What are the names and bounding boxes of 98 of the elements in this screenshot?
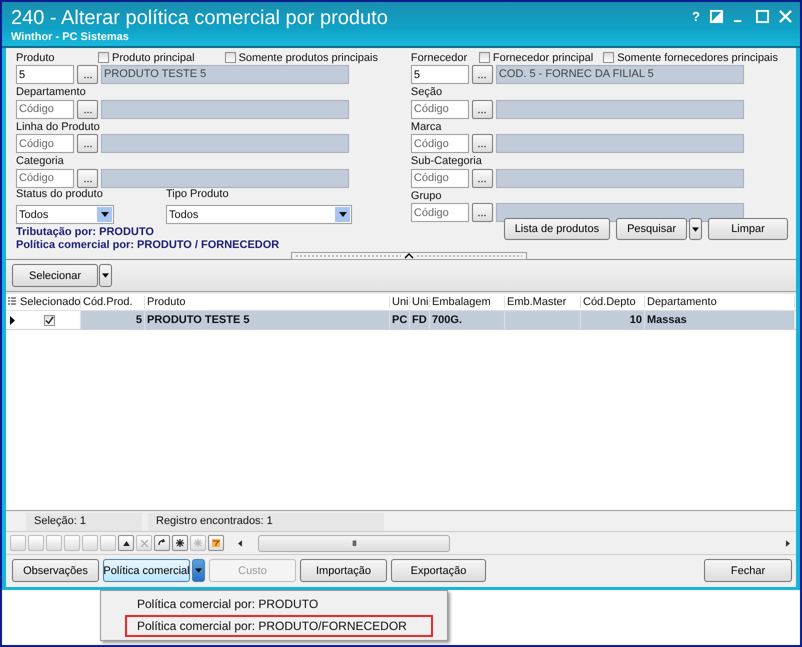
lookup-button[interactable] — [472, 168, 493, 188]
scroll-grip: III — [352, 538, 356, 548]
search-button[interactable]: Pesquisar — [616, 218, 687, 240]
column-header[interactable]: Cód.Prod. — [81, 296, 145, 308]
action-button[interactable]: Importação — [300, 559, 387, 582]
info-text: Tributação por: PRODUTO — [16, 226, 155, 239]
column-header[interactable]: Emb.Master — [505, 296, 581, 308]
code-field[interactable]: Código — [410, 100, 469, 118]
lookup-button[interactable] — [77, 100, 98, 118]
field-label: Categoria — [16, 155, 65, 167]
ellipsis-icon — [477, 145, 488, 148]
filter-button[interactable]: Lista de produtos — [504, 218, 610, 240]
column-header[interactable]: Embalagem — [430, 296, 505, 308]
field-label: Marca — [410, 120, 442, 132]
column-header[interactable]: Selecionado — [18, 296, 81, 308]
column-header[interactable]: Produto — [145, 296, 390, 308]
checkbox[interactable]: Produto principal — [98, 52, 195, 64]
row-pointer-icon — [10, 316, 14, 324]
field-label: Grupo — [410, 190, 442, 202]
code-field[interactable]: Código — [410, 168, 469, 188]
code-field[interactable]: 5 — [410, 65, 469, 84]
ellipsis-icon — [82, 180, 92, 182]
ellipsis-icon — [82, 145, 92, 148]
column-header[interactable]: Departamento — [645, 296, 795, 308]
dropdown[interactable]: Todos — [16, 205, 114, 224]
dropdown-button[interactable] — [99, 264, 112, 287]
lookup-button[interactable] — [77, 168, 98, 188]
checkbox[interactable]: Somente produtos principais — [224, 52, 378, 64]
table-cell: 10 — [581, 311, 645, 329]
caret-button[interactable] — [192, 559, 205, 582]
lookup-button[interactable] — [472, 203, 493, 222]
info-text: Política comercial por: PRODUTO / FORNECEDOR — [16, 239, 280, 252]
close-icon[interactable] — [779, 10, 792, 22]
field-label: Produto — [16, 52, 56, 64]
field-label: Linha do Produto — [16, 120, 98, 132]
ellipsis-icon — [477, 76, 488, 79]
ellipsis-icon — [477, 214, 488, 217]
window-title: 240 - Alterar política comercial por produto — [11, 7, 388, 29]
table-cell: 700G. — [430, 311, 505, 329]
window-subtitle: Winthor - PC Sistemas — [11, 31, 130, 43]
lookup-button[interactable] — [77, 65, 98, 84]
code-field[interactable]: Código — [410, 203, 469, 222]
status-text: Seleção: 1 — [26, 513, 142, 531]
table-cell: PC — [390, 311, 410, 329]
code-field[interactable]: Código — [16, 100, 74, 118]
column-header[interactable]: Cód.Depto — [581, 296, 645, 308]
lookup-button[interactable] — [472, 134, 493, 153]
code-field[interactable]: Código — [16, 134, 74, 153]
field-label: Status do produto — [16, 188, 104, 202]
caret-icon — [692, 226, 699, 232]
lookup-button[interactable] — [77, 134, 98, 153]
field-label: Fornecedor — [410, 52, 468, 64]
caret-icon — [338, 212, 346, 217]
dropdown-button[interactable]: Política comercial — [103, 559, 190, 582]
caret-icon — [195, 568, 202, 573]
code-field[interactable]: Código — [16, 168, 74, 188]
horizontal-scrollbar[interactable]: III — [232, 535, 796, 551]
field-label: Departamento — [16, 86, 87, 98]
field-label: Seção — [410, 86, 444, 98]
filter-button[interactable]: Limpar — [708, 218, 788, 240]
column-header[interactable]: Uni — [390, 296, 410, 308]
ellipsis-icon — [477, 110, 488, 114]
table-row[interactable]: 5 PRODUTO TESTE 5 PC FD 700G. 10 Massas — [6, 311, 796, 330]
table-cell: Massas — [645, 311, 795, 329]
select-button[interactable]: Selecionar — [12, 264, 98, 287]
column-chooser-icon[interactable] — [6, 297, 18, 307]
restore-icon[interactable] — [710, 10, 723, 22]
action-button[interactable]: Fechar — [704, 559, 792, 582]
lookup-button[interactable] — [472, 65, 493, 84]
maximize-icon[interactable] — [756, 10, 769, 22]
menu-item[interactable]: Política comercial por: PRODUTO/FORNECEDOR — [125, 615, 433, 637]
status-text: Registro encontrados: 1 — [148, 513, 384, 531]
caret-icon — [102, 273, 109, 278]
caret-icon — [100, 212, 108, 217]
scroll-right-icon[interactable] — [786, 540, 790, 546]
code-field[interactable]: 5 — [16, 65, 74, 84]
field-label: Tipo Produto — [166, 188, 230, 202]
ellipsis-icon — [477, 180, 488, 182]
table-cell: FD — [410, 311, 430, 329]
ellipsis-icon — [82, 76, 92, 79]
ellipsis-icon — [82, 110, 92, 114]
checkbox[interactable]: Somente fornecedores principais — [603, 52, 778, 64]
description-field: PRODUTO TESTE 5 — [101, 65, 349, 84]
checkbox[interactable] — [44, 314, 54, 326]
menu-item[interactable]: Política comercial por: PRODUTO — [125, 593, 330, 615]
dropdown[interactable]: Todos — [166, 205, 352, 224]
action-button[interactable]: Observações — [12, 559, 99, 582]
checkbox[interactable]: Fornecedor principal — [478, 52, 594, 64]
code-field[interactable]: Código — [410, 134, 469, 153]
action-button[interactable]: Exportação — [391, 559, 486, 582]
description-field: COD. 5 - FORNEC DA FILIAL 5 — [496, 65, 744, 84]
column-header[interactable]: Uni — [410, 296, 430, 308]
scroll-left-icon[interactable] — [238, 540, 242, 546]
dropdown-button[interactable] — [689, 218, 702, 240]
lookup-button[interactable] — [472, 100, 493, 118]
table-cell: 5 — [81, 311, 145, 329]
collapse-handle[interactable] — [291, 252, 527, 260]
table-cell: PRODUTO TESTE 5 — [145, 311, 390, 329]
